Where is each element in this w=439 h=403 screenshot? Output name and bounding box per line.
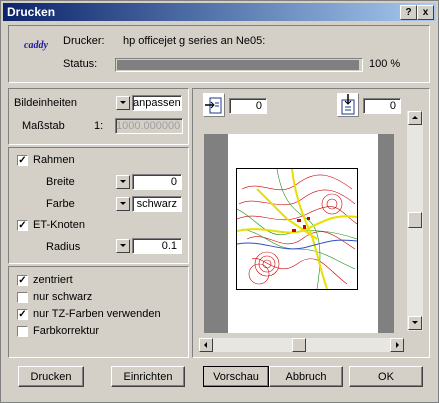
vertical-scrollbar[interactable]: [407, 111, 423, 331]
color-select[interactable]: schwarz: [132, 196, 182, 212]
title-bar[interactable]: Drucken ? x: [3, 3, 436, 21]
help-button[interactable]: ?: [400, 5, 417, 20]
width-input[interactable]: 0: [132, 174, 182, 190]
width-dropdown-button[interactable]: [116, 175, 130, 189]
offset-y-icon[interactable]: [337, 93, 359, 117]
preview-panel: 0 0: [192, 88, 430, 358]
cancel-button[interactable]: Abbruch: [269, 366, 343, 387]
offset-x-icon[interactable]: [203, 93, 225, 117]
preview-map: [236, 168, 358, 290]
scroll-left-button[interactable]: [199, 338, 213, 352]
close-button[interactable]: x: [417, 5, 434, 20]
print-dialog: Drucken ? x caddy Drucker: hp officejet …: [0, 0, 439, 403]
option-label: nur TZ-Farben verwenden: [33, 308, 161, 320]
horizontal-scrollbar[interactable]: [199, 338, 404, 352]
options-panel: ✓ zentriert nur schwarz ✓ nur TZ-Farben verw…: [8, 266, 189, 358]
horizontal-scroll-thumb[interactable]: [292, 338, 306, 352]
preview-page: [228, 134, 378, 333]
option-label: zentriert: [33, 274, 73, 286]
units-label: Bildeinheiten: [14, 97, 77, 109]
width-label: Breite: [46, 176, 75, 188]
printer-info-panel: caddy Drucker: hp officejet g series an …: [8, 25, 430, 83]
preview-area: [204, 134, 394, 333]
frame-panel: ✓ Rahmen Breite 0 Farbe schwarz ✓ ET-Kno…: [8, 147, 189, 264]
option-checkbox[interactable]: ✓: [17, 275, 28, 286]
radius-label: Radius: [46, 241, 81, 253]
status-label: Status:: [63, 58, 98, 70]
caddy-logo: caddy: [24, 40, 48, 51]
scale-label: Maßstab: [22, 120, 65, 132]
scroll-right-button[interactable]: [390, 338, 404, 352]
radius-dropdown-button[interactable]: [116, 239, 130, 253]
printer-name: hp officejet g series an Ne05:: [123, 35, 266, 47]
scroll-down-button[interactable]: [408, 316, 422, 330]
scale-prefix: 1:: [94, 120, 104, 132]
radius-input[interactable]: 0.1: [132, 238, 182, 254]
option-label: Farbkorrektur: [33, 325, 100, 337]
printer-label: Drucker:: [63, 35, 105, 47]
offset-y-input[interactable]: 0: [363, 98, 401, 114]
units-select[interactable]: anpassen: [132, 95, 182, 111]
status-percent: 100 %: [369, 58, 401, 70]
image-units-panel: Bildeinheiten anpassen Maßstab 1: 1000.0…: [8, 88, 189, 145]
status-progress-bar: [115, 58, 363, 72]
preview-button[interactable]: Vorschau: [203, 366, 269, 387]
et-node-label: ET-Knoten: [33, 219, 85, 231]
scale-input[interactable]: 1000.000000: [115, 118, 183, 134]
option-checkbox[interactable]: ✓: [17, 309, 28, 320]
frame-checkbox[interactable]: ✓: [17, 155, 28, 166]
frame-label: Rahmen: [33, 154, 75, 166]
print-button[interactable]: Drucken: [18, 366, 84, 387]
option-checkbox[interactable]: [17, 326, 28, 337]
offset-x-input[interactable]: 0: [229, 98, 267, 114]
window-title: Drucken: [7, 5, 56, 19]
option-label: nur schwarz: [33, 291, 93, 303]
units-dropdown-button[interactable]: [116, 96, 130, 110]
option-checkbox[interactable]: [17, 292, 28, 303]
button-bar: Drucken Einrichten Vorschau Abbruch OK: [7, 359, 430, 396]
setup-button[interactable]: Einrichten: [111, 366, 185, 387]
ok-button[interactable]: OK: [349, 366, 423, 387]
color-dropdown-button[interactable]: [116, 197, 130, 211]
scroll-up-button[interactable]: [408, 111, 422, 125]
et-node-checkbox[interactable]: ✓: [17, 220, 28, 231]
color-label: Farbe: [46, 198, 75, 210]
status-progress-fill: [117, 60, 359, 70]
vertical-scroll-thumb[interactable]: [408, 212, 422, 228]
